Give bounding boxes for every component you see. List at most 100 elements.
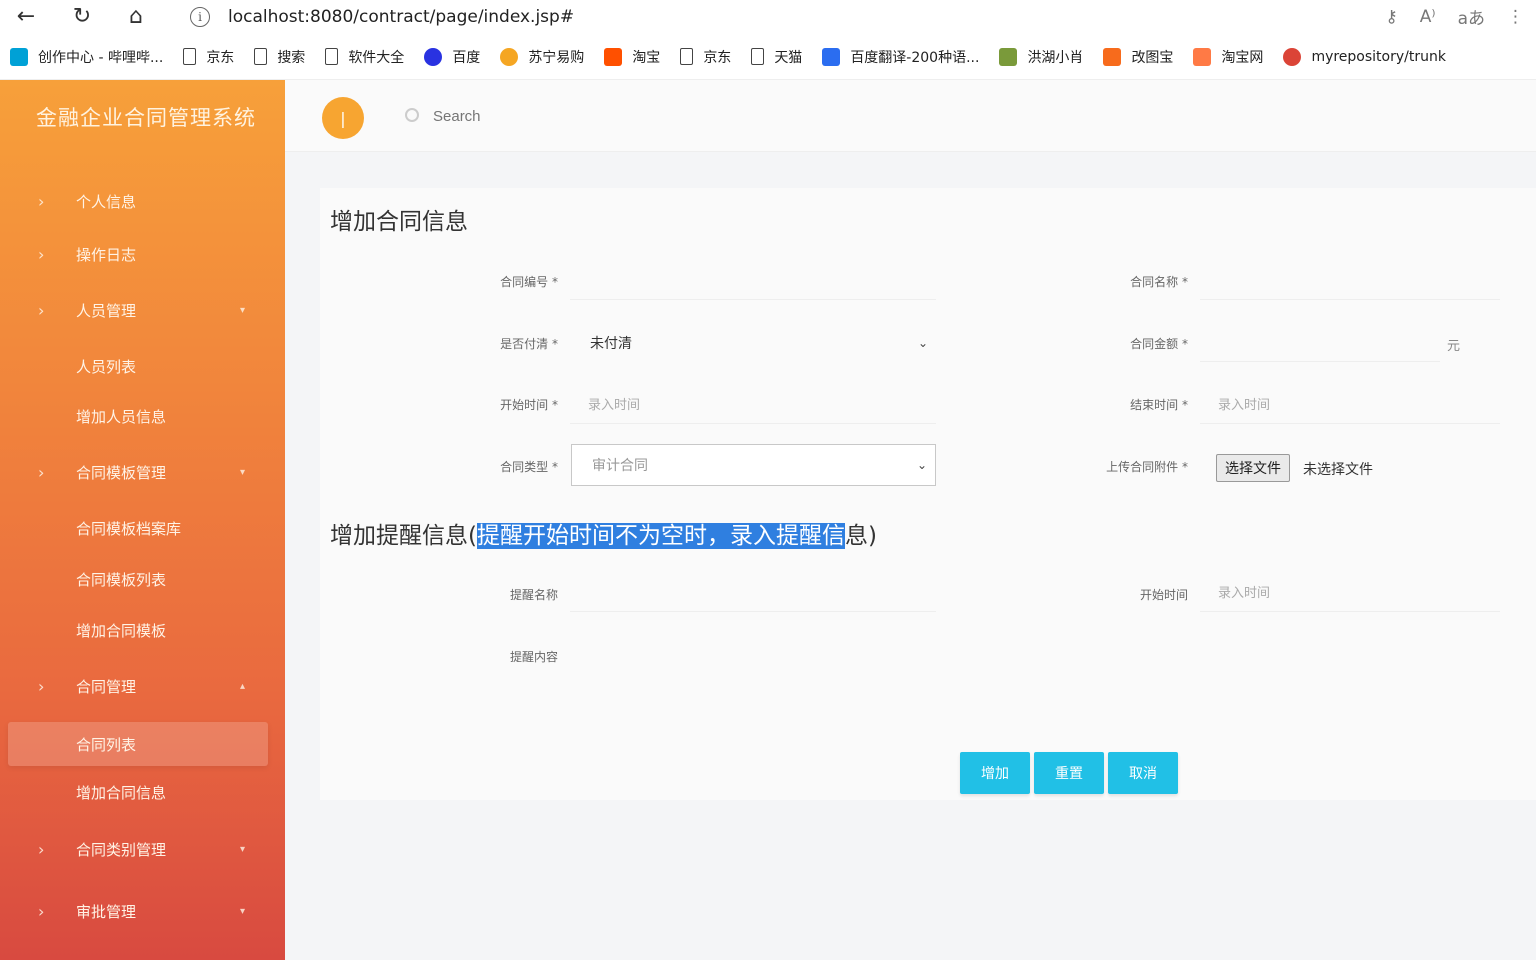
bookmark-item[interactable]: 百度翻译-200种语... — [822, 47, 979, 67]
paid-select[interactable]: 未付清 ⌄ — [570, 322, 936, 364]
end-time-input[interactable]: 录入时间 — [1200, 384, 1500, 424]
end-time-label: 结束时间 * — [1130, 398, 1188, 412]
sidebar-item-add-template[interactable]: 增加合同模板 — [0, 610, 285, 650]
translate-page-icon[interactable]: aあ — [1458, 4, 1485, 29]
search-input[interactable] — [433, 104, 633, 128]
bookmark-label: 改图宝 — [1131, 49, 1174, 66]
sidebar-item-template-list[interactable]: 合同模板列表 — [0, 559, 285, 599]
reminder-start-input[interactable]: 录入时间 — [1200, 572, 1500, 612]
bookmark-item[interactable]: 京东 — [680, 47, 731, 67]
caret-down-icon: ▾ — [240, 905, 246, 917]
sidebar-item-template-archive[interactable]: 合同模板档案库 — [0, 508, 285, 548]
sidebar-item-operation-log[interactable]: › 操作日志 — [0, 234, 285, 274]
more-icon[interactable]: ⋮ — [1507, 7, 1524, 27]
sidebar-item-contract-management[interactable]: › 合同管理 ▴ — [0, 666, 285, 706]
start-time-input[interactable]: 录入时间 — [570, 384, 936, 424]
reminder-title-highlight: 提醒开始时间不为空时，录入提醒信 — [476, 523, 845, 549]
url-text[interactable]: localhost:8080/contract/page/index.jsp# — [228, 7, 574, 27]
sidebar-item-label: 合同模板列表 — [76, 570, 167, 589]
site-info-icon[interactable]: i — [190, 7, 210, 27]
top-header: | — [285, 80, 1536, 152]
cancel-button[interactable]: 取消 — [1108, 752, 1178, 794]
paid-select-value: 未付清 — [590, 336, 632, 352]
bookmark-label: 洪湖小肖 — [1027, 49, 1084, 66]
form-title: 增加合同信息 — [330, 209, 468, 235]
sidebar-item-approval-management[interactable]: › 审批管理 ▾ — [0, 891, 285, 931]
reminder-name-input[interactable] — [570, 572, 936, 612]
bookmark-item[interactable]: 百度 — [424, 47, 480, 67]
bookmark-label: 天猫 — [774, 49, 803, 66]
bookmark-item[interactable]: 京东 — [183, 47, 234, 67]
chrome-icon — [1283, 47, 1302, 66]
sidebar-item-template-management[interactable]: › 合同模板管理 ▾ — [0, 452, 285, 492]
contract-name-label: 合同名称 * — [1130, 275, 1188, 289]
chevron-down-icon: ⌄ — [917, 336, 928, 350]
sidebar-item-category-management[interactable]: › 合同类别管理 ▾ — [0, 829, 285, 869]
bookmark-item[interactable]: 苏宁易购 — [500, 47, 584, 67]
sidebar-item-label: 增加人员信息 — [76, 407, 167, 426]
page-icon — [183, 48, 197, 65]
bookmark-label: 淘宝 — [632, 49, 661, 66]
sidebar-item-label: 合同管理 — [76, 677, 137, 696]
taobao-net-icon — [1193, 47, 1212, 66]
chevron-right-icon: › — [38, 676, 45, 696]
contract-type-value: 审计合同 — [592, 458, 648, 474]
bookmark-label: 京东 — [703, 49, 732, 66]
sidebar-item-label: 合同类别管理 — [76, 840, 167, 859]
main-content: | 增加合同信息 合同编号 * 合同名称 * 是否付清 * 未付清 ⌄ 合同金额… — [285, 80, 1536, 960]
caret-down-icon: ⌄ — [916, 458, 927, 472]
caret-down-icon: ▾ — [240, 304, 246, 316]
bookmark-item[interactable]: 创作中心 - 哔哩哔... — [10, 47, 163, 67]
sidebar-item-add-contract[interactable]: 增加合同信息 — [0, 772, 285, 812]
key-icon[interactable]: ⚷ — [1385, 7, 1397, 27]
address-bar[interactable]: i localhost:8080/contract/page/index.jsp… — [190, 4, 574, 30]
contract-no-input[interactable] — [570, 260, 936, 300]
amount-label: 合同金额 * — [1130, 337, 1188, 351]
contract-type-select[interactable]: 审计合同 ⌄ — [571, 444, 936, 486]
bookmark-item[interactable]: 改图宝 — [1103, 47, 1173, 67]
upload-label: 上传合同附件 * — [1106, 460, 1188, 474]
add-button[interactable]: 增加 — [960, 752, 1030, 794]
add-contract-form: 增加合同信息 合同编号 * 合同名称 * 是否付清 * 未付清 ⌄ 合同金额 *… — [320, 188, 1536, 800]
contract-name-input[interactable] — [1200, 260, 1500, 300]
refresh-icon[interactable]: ↻ — [68, 2, 96, 30]
bookmark-item[interactable]: 洪湖小肖 — [999, 47, 1083, 67]
home-icon[interactable]: ⌂ — [122, 2, 150, 30]
bookmark-label: 苏宁易购 — [528, 49, 585, 66]
app-title: 金融企业合同管理系统 — [36, 106, 256, 130]
bookmark-item[interactable]: 淘宝 — [604, 47, 660, 67]
bookmark-label: 京东 — [206, 49, 235, 66]
amount-input[interactable] — [1200, 322, 1440, 362]
bookmark-item[interactable]: 天猫 — [751, 47, 802, 67]
sidebar-item-label: 增加合同模板 — [76, 621, 167, 640]
sidebar-item-staff-management[interactable]: › 人员管理 ▾ — [0, 290, 285, 330]
bookmark-item[interactable]: 软件大全 — [325, 47, 404, 67]
choose-file-button[interactable]: 选择文件 — [1216, 454, 1290, 482]
bookmark-item[interactable]: 淘宝网 — [1193, 47, 1263, 67]
read-aloud-icon[interactable]: A⁾ — [1420, 7, 1436, 27]
sidebar-item-label: 增加合同信息 — [76, 783, 167, 802]
start-time-label: 开始时间 * — [500, 398, 558, 412]
back-arrow-icon[interactable]: ← — [12, 2, 40, 30]
bookmark-label: 创作中心 - 哔哩哔... — [38, 49, 164, 66]
bookmark-item[interactable]: 搜索 — [254, 47, 305, 67]
contract-type-label: 合同类型 * — [500, 460, 558, 474]
caret-down-icon: ▾ — [240, 843, 246, 855]
sidebar-item-add-staff[interactable]: 增加人员信息 — [0, 396, 285, 436]
file-status: 未选择文件 — [1303, 462, 1373, 478]
sidebar-item-profile[interactable]: › 个人信息 — [0, 181, 285, 221]
caret-down-icon: ▾ — [240, 466, 246, 478]
reminder-content-textarea[interactable] — [570, 634, 936, 714]
bookmark-item[interactable]: myrepository/trunk — [1283, 47, 1446, 66]
sidebar-item-staff-list[interactable]: 人员列表 — [0, 346, 285, 386]
reminder-name-label: 提醒名称 — [509, 588, 558, 602]
sidebar-toggle-button[interactable]: | — [322, 97, 364, 139]
baidu-paw-icon — [424, 47, 443, 66]
reminder-title-suffix: 息) — [844, 523, 877, 549]
page-icon — [254, 48, 268, 65]
page-icon — [680, 48, 694, 65]
sidebar-item-contract-list[interactable]: 合同列表 — [8, 722, 268, 766]
sidebar-item-label: 合同模板档案库 — [76, 519, 182, 538]
reset-button[interactable]: 重置 — [1034, 752, 1104, 794]
amount-unit: 元 — [1447, 339, 1461, 354]
